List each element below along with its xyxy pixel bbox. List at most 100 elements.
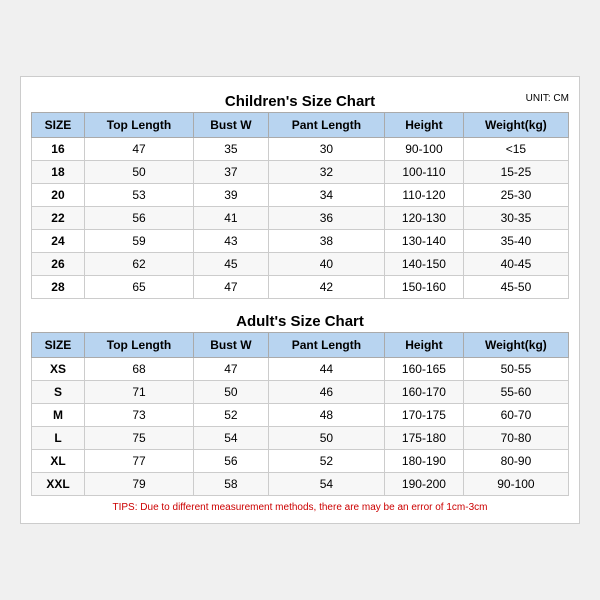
table-cell: 54 bbox=[268, 473, 384, 496]
table-cell: 47 bbox=[194, 276, 269, 299]
table-cell: 175-180 bbox=[385, 427, 464, 450]
table-cell: 50 bbox=[84, 161, 193, 184]
table-cell: 40-45 bbox=[463, 253, 568, 276]
table-cell: 45 bbox=[194, 253, 269, 276]
table-cell: 26 bbox=[32, 253, 85, 276]
table-cell: <15 bbox=[463, 138, 568, 161]
adults-header-row: SIZE Top Length Bust W Pant Length Heigh… bbox=[32, 333, 569, 358]
table-cell: 25-30 bbox=[463, 184, 568, 207]
table-cell: XXL bbox=[32, 473, 85, 496]
table-cell: 75 bbox=[84, 427, 193, 450]
children-col-bustw: Bust W bbox=[194, 113, 269, 138]
table-cell: 36 bbox=[268, 207, 384, 230]
tips-text: TIPS: Due to different measurement metho… bbox=[31, 502, 569, 513]
table-cell: 50 bbox=[268, 427, 384, 450]
table-cell: 41 bbox=[194, 207, 269, 230]
table-row: S715046160-17055-60 bbox=[32, 381, 569, 404]
table-cell: 100-110 bbox=[385, 161, 464, 184]
table-cell: 160-165 bbox=[385, 358, 464, 381]
children-col-weight: Weight(kg) bbox=[463, 113, 568, 138]
children-col-height: Height bbox=[385, 113, 464, 138]
table-cell: 110-120 bbox=[385, 184, 464, 207]
table-row: 22564136120-13030-35 bbox=[32, 207, 569, 230]
table-cell: 32 bbox=[268, 161, 384, 184]
children-unit: UNIT: CM bbox=[526, 93, 569, 104]
children-col-toplength: Top Length bbox=[84, 113, 193, 138]
table-cell: 48 bbox=[268, 404, 384, 427]
table-cell: 34 bbox=[268, 184, 384, 207]
table-cell: 130-140 bbox=[385, 230, 464, 253]
table-cell: 190-200 bbox=[385, 473, 464, 496]
table-cell: 28 bbox=[32, 276, 85, 299]
table-cell: 50 bbox=[194, 381, 269, 404]
children-title: Children's Size Chart UNIT: CM bbox=[31, 87, 569, 112]
adults-col-toplength: Top Length bbox=[84, 333, 193, 358]
table-cell: 71 bbox=[84, 381, 193, 404]
table-cell: 68 bbox=[84, 358, 193, 381]
adults-col-bustw: Bust W bbox=[194, 333, 269, 358]
table-row: L755450175-18070-80 bbox=[32, 427, 569, 450]
table-cell: 56 bbox=[194, 450, 269, 473]
table-cell: 38 bbox=[268, 230, 384, 253]
adults-col-height: Height bbox=[385, 333, 464, 358]
table-cell: 45-50 bbox=[463, 276, 568, 299]
table-cell: 52 bbox=[194, 404, 269, 427]
table-row: M735248170-17560-70 bbox=[32, 404, 569, 427]
table-cell: 90-100 bbox=[385, 138, 464, 161]
table-row: XS684744160-16550-55 bbox=[32, 358, 569, 381]
table-cell: 18 bbox=[32, 161, 85, 184]
table-cell: 54 bbox=[194, 427, 269, 450]
table-cell: XL bbox=[32, 450, 85, 473]
adults-title: Adult's Size Chart bbox=[31, 307, 569, 332]
table-cell: 55-60 bbox=[463, 381, 568, 404]
table-row: 26624540140-15040-45 bbox=[32, 253, 569, 276]
table-cell: 24 bbox=[32, 230, 85, 253]
table-cell: 62 bbox=[84, 253, 193, 276]
table-cell: 80-90 bbox=[463, 450, 568, 473]
children-col-pantlength: Pant Length bbox=[268, 113, 384, 138]
adults-table: SIZE Top Length Bust W Pant Length Heigh… bbox=[31, 332, 569, 496]
table-cell: 35-40 bbox=[463, 230, 568, 253]
adults-title-text: Adult's Size Chart bbox=[236, 313, 364, 330]
table-cell: 170-175 bbox=[385, 404, 464, 427]
table-row: 1647353090-100<15 bbox=[32, 138, 569, 161]
table-cell: 59 bbox=[84, 230, 193, 253]
table-cell: 22 bbox=[32, 207, 85, 230]
table-cell: 140-150 bbox=[385, 253, 464, 276]
table-cell: 20 bbox=[32, 184, 85, 207]
table-cell: 52 bbox=[268, 450, 384, 473]
adults-col-size: SIZE bbox=[32, 333, 85, 358]
table-cell: 150-160 bbox=[385, 276, 464, 299]
table-cell: 46 bbox=[268, 381, 384, 404]
table-cell: S bbox=[32, 381, 85, 404]
table-cell: 77 bbox=[84, 450, 193, 473]
table-cell: 53 bbox=[84, 184, 193, 207]
table-cell: 15-25 bbox=[463, 161, 568, 184]
chart-container: Children's Size Chart UNIT: CM SIZE Top … bbox=[20, 76, 580, 524]
table-cell: 90-100 bbox=[463, 473, 568, 496]
table-cell: 56 bbox=[84, 207, 193, 230]
table-cell: 47 bbox=[84, 138, 193, 161]
table-cell: 40 bbox=[268, 253, 384, 276]
table-cell: 120-130 bbox=[385, 207, 464, 230]
children-title-text: Children's Size Chart bbox=[225, 93, 375, 110]
table-cell: 30 bbox=[268, 138, 384, 161]
table-row: XL775652180-19080-90 bbox=[32, 450, 569, 473]
table-cell: 42 bbox=[268, 276, 384, 299]
table-row: 24594338130-14035-40 bbox=[32, 230, 569, 253]
table-row: 28654742150-16045-50 bbox=[32, 276, 569, 299]
table-cell: 180-190 bbox=[385, 450, 464, 473]
table-cell: 37 bbox=[194, 161, 269, 184]
table-cell: 50-55 bbox=[463, 358, 568, 381]
table-cell: M bbox=[32, 404, 85, 427]
table-cell: 70-80 bbox=[463, 427, 568, 450]
table-cell: 60-70 bbox=[463, 404, 568, 427]
children-header-row: SIZE Top Length Bust W Pant Length Heigh… bbox=[32, 113, 569, 138]
table-cell: 16 bbox=[32, 138, 85, 161]
children-table: SIZE Top Length Bust W Pant Length Heigh… bbox=[31, 112, 569, 299]
table-cell: 39 bbox=[194, 184, 269, 207]
table-cell: 47 bbox=[194, 358, 269, 381]
table-cell: XS bbox=[32, 358, 85, 381]
table-cell: 79 bbox=[84, 473, 193, 496]
table-row: XXL795854190-20090-100 bbox=[32, 473, 569, 496]
